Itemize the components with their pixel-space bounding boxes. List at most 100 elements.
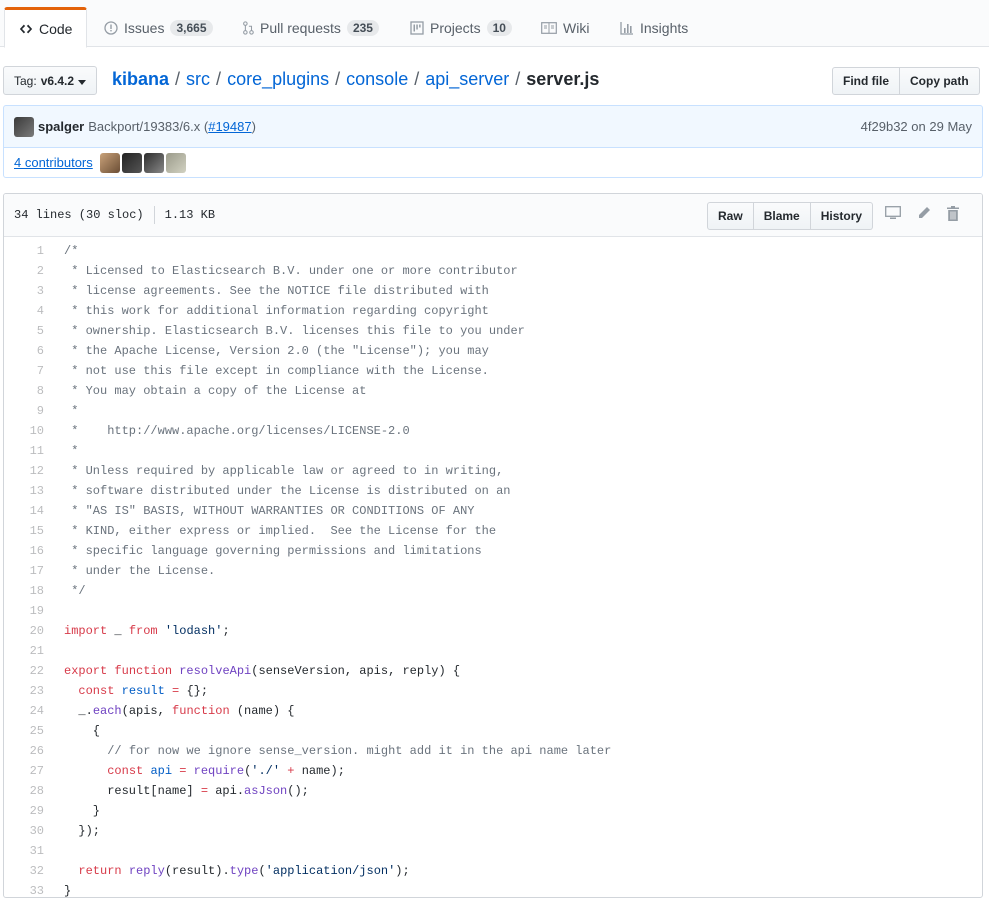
line-number[interactable]: 10 bbox=[4, 424, 44, 438]
line-number[interactable]: 30 bbox=[4, 824, 44, 838]
contributors-bar: 4 contributors bbox=[3, 147, 983, 178]
line-content: result[name] = api.asJson(); bbox=[64, 784, 309, 798]
tab-insights[interactable]: Insights bbox=[606, 7, 702, 48]
blame-button[interactable]: Blame bbox=[753, 202, 811, 230]
line-number[interactable]: 14 bbox=[4, 504, 44, 518]
avatar[interactable] bbox=[165, 152, 186, 173]
line-number[interactable]: 9 bbox=[4, 404, 44, 418]
avatar[interactable] bbox=[143, 152, 164, 173]
repo-nav-tabs: Code Issues 3,665 Pull requests 235 Proj… bbox=[0, 0, 989, 48]
line-content: * not use this file except in compliance… bbox=[64, 364, 489, 378]
line-number[interactable]: 12 bbox=[4, 464, 44, 478]
raw-button[interactable]: Raw bbox=[707, 202, 754, 230]
line-number[interactable]: 25 bbox=[4, 724, 44, 738]
code-line: 7 * not use this file except in complian… bbox=[4, 361, 982, 381]
breadcrumb-link-console[interactable]: console bbox=[346, 69, 408, 90]
tab-projects[interactable]: Projects 10 bbox=[396, 7, 526, 48]
avatar[interactable] bbox=[99, 152, 120, 173]
line-number[interactable]: 17 bbox=[4, 564, 44, 578]
tab-wiki[interactable]: Wiki bbox=[527, 7, 603, 48]
code-line: 33} bbox=[4, 881, 982, 897]
avatar[interactable] bbox=[121, 152, 142, 173]
branch-tag-selector[interactable]: Tag: v6.4.2 bbox=[3, 66, 98, 95]
tab-label: Wiki bbox=[563, 19, 590, 36]
code-line: 4 * this work for additional information… bbox=[4, 301, 982, 321]
line-number[interactable]: 1 bbox=[4, 244, 44, 258]
breadcrumb-link-core-plugins[interactable]: core_plugins bbox=[227, 69, 329, 90]
line-number[interactable]: 6 bbox=[4, 344, 44, 358]
line-number[interactable]: 15 bbox=[4, 524, 44, 538]
breadcrumb-link-api-server[interactable]: api_server bbox=[425, 69, 509, 90]
code-line: 14 * "AS IS" BASIS, WITHOUT WARRANTIES O… bbox=[4, 501, 982, 521]
line-content: * software distributed under the License… bbox=[64, 484, 511, 498]
commit-message-text[interactable]: Backport/19383/6.x ( bbox=[88, 119, 208, 134]
code-line: 20 import _ from 'lodash'; bbox=[4, 621, 982, 641]
line-number[interactable]: 7 bbox=[4, 364, 44, 378]
trash-icon[interactable] bbox=[947, 206, 959, 225]
issue-icon bbox=[104, 20, 118, 35]
find-file-button[interactable]: Find file bbox=[832, 67, 900, 95]
line-number[interactable]: 5 bbox=[4, 324, 44, 338]
file-actions: Raw Blame History bbox=[707, 202, 874, 230]
tab-label: Code bbox=[39, 20, 73, 37]
code-line: 17 * under the License. bbox=[4, 561, 982, 581]
code-line: 5 * ownership. Elasticsearch B.V. licens… bbox=[4, 321, 982, 341]
line-number[interactable]: 27 bbox=[4, 764, 44, 778]
line-number[interactable]: 8 bbox=[4, 384, 44, 398]
line-number[interactable]: 33 bbox=[4, 884, 44, 897]
line-number[interactable]: 29 bbox=[4, 804, 44, 818]
pencil-icon[interactable] bbox=[917, 206, 931, 225]
code-line: 13 * software distributed under the Lice… bbox=[4, 481, 982, 501]
breadcrumb-file-name: server.js bbox=[526, 69, 600, 89]
line-number[interactable]: 31 bbox=[4, 844, 44, 858]
tab-issues[interactable]: Issues 3,665 bbox=[90, 7, 227, 48]
line-content: * bbox=[64, 444, 79, 458]
line-number[interactable]: 2 bbox=[4, 264, 44, 278]
code-line: 23 const result = {}; bbox=[4, 681, 982, 701]
line-number[interactable]: 13 bbox=[4, 484, 44, 498]
breadcrumb-separator: / bbox=[414, 69, 420, 89]
tab-pull-requests[interactable]: Pull requests 235 bbox=[228, 7, 393, 48]
line-number[interactable]: 4 bbox=[4, 304, 44, 318]
history-button[interactable]: History bbox=[810, 202, 874, 230]
line-number[interactable]: 28 bbox=[4, 784, 44, 798]
commit-message-end: ) bbox=[251, 119, 256, 134]
desktop-icon[interactable] bbox=[885, 206, 901, 225]
tab-code[interactable]: Code bbox=[4, 7, 88, 48]
line-content: * Unless required by applicable law or a… bbox=[64, 464, 504, 478]
file-lines-info: 34 lines (30 sloc) bbox=[14, 208, 144, 222]
commit-author-link[interactable]: spalger bbox=[38, 119, 84, 134]
line-number[interactable]: 3 bbox=[4, 284, 44, 298]
contributors-link[interactable]: 4 contributors bbox=[14, 155, 93, 170]
line-number[interactable]: 22 bbox=[4, 664, 44, 678]
line-number[interactable]: 18 bbox=[4, 584, 44, 598]
line-number[interactable]: 20 bbox=[4, 624, 44, 638]
line-content: * Licensed to Elasticsearch B.V. under o… bbox=[64, 264, 518, 278]
line-content: * specific language governing permission… bbox=[64, 544, 482, 558]
breadcrumb-separator: / bbox=[335, 69, 341, 89]
commit-pr-link[interactable]: #19487 bbox=[208, 119, 251, 134]
code-line: 27 const api = require('./' + name); bbox=[4, 761, 982, 781]
line-number[interactable]: 16 bbox=[4, 544, 44, 558]
tag-prefix: Tag: bbox=[14, 73, 37, 88]
breadcrumb-link-src[interactable]: src bbox=[186, 69, 210, 90]
line-number[interactable]: 32 bbox=[4, 864, 44, 878]
avatar[interactable] bbox=[14, 116, 34, 137]
breadcrumb-repo-link[interactable]: kibana bbox=[112, 69, 169, 90]
line-number[interactable]: 23 bbox=[4, 684, 44, 698]
line-content: * "AS IS" BASIS, WITHOUT WARRANTIES OR C… bbox=[64, 504, 475, 518]
breadcrumb-separator: / bbox=[515, 69, 521, 89]
line-number[interactable]: 21 bbox=[4, 644, 44, 658]
line-number[interactable]: 19 bbox=[4, 604, 44, 618]
line-number[interactable]: 24 bbox=[4, 704, 44, 718]
commit-sha-link[interactable]: 4f29b32 bbox=[861, 119, 908, 134]
line-number[interactable]: 26 bbox=[4, 744, 44, 758]
line-content: const api = require('./' + name); bbox=[107, 764, 345, 778]
copy-path-button[interactable]: Copy path bbox=[900, 67, 980, 95]
line-number[interactable]: 11 bbox=[4, 444, 44, 458]
code-line: 29 } bbox=[4, 801, 982, 821]
line-content: }); bbox=[64, 824, 101, 838]
line-content: * bbox=[64, 404, 79, 418]
line-content: const result = {}; bbox=[78, 684, 209, 698]
graph-icon bbox=[620, 21, 634, 35]
